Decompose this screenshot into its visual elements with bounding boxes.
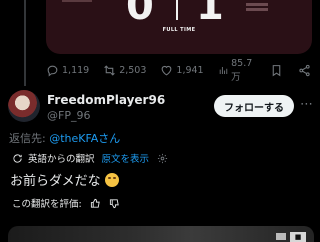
avatar[interactable]: [8, 90, 40, 122]
views-button[interactable]: 85.7万: [218, 58, 256, 83]
retweet-button[interactable]: 2,503: [103, 64, 146, 77]
tweet-metrics-bar: 1,119 2,503 1,941 85.7万: [46, 58, 314, 83]
views-count: 85.7万: [231, 57, 253, 83]
like-count: 1,941: [176, 64, 204, 76]
like-button[interactable]: 1,941: [160, 64, 204, 77]
score-separator: [176, 0, 178, 20]
heart-icon: [162, 65, 172, 75]
full-time-label: FULL TIME: [162, 27, 196, 33]
share-icon[interactable]: [298, 64, 311, 77]
tweet-media-preview[interactable]: ■: [8, 226, 314, 242]
reply-icon: [47, 65, 58, 76]
score-left: 0: [126, 0, 154, 29]
follow-button[interactable]: フォローする: [214, 95, 294, 117]
thumbs-up-icon[interactable]: [90, 198, 101, 209]
metrics-actions: [270, 64, 314, 77]
retweet-icon: [104, 64, 115, 76]
rate-translation: この翻訳を評価:: [12, 196, 120, 210]
media-decoration: [62, 0, 92, 2]
translated-from-label: 英語からの翻訳: [28, 154, 95, 165]
replying-to-line: 返信先: @theKFAさん: [9, 130, 120, 146]
media-decoration: [246, 8, 268, 11]
reply-count: 1,119: [62, 64, 90, 76]
show-original-link[interactable]: 原文を表示: [102, 151, 150, 165]
retweet-count: 2,503: [119, 64, 147, 76]
replying-to-prefix: 返信先:: [9, 132, 50, 145]
author-display-name[interactable]: FreedomPlayer96: [47, 93, 165, 107]
media-decoration: [246, 3, 268, 6]
gear-icon[interactable]: [157, 153, 168, 164]
rolling-laughing-emoji-icon: [104, 172, 119, 187]
translation-info: 英語からの翻訳 原文を表示: [12, 151, 168, 165]
media-badge-icon: ■: [290, 232, 306, 242]
tweet-body: お前らダメだな: [10, 174, 101, 189]
tweet-media-scoreboard[interactable]: 0 1 FULL TIME: [46, 0, 312, 54]
score-right: 1: [196, 0, 224, 29]
views-bar-chart-icon: [219, 66, 227, 74]
thread-connector: [24, 0, 26, 86]
more-options-icon[interactable]: ⋯: [300, 98, 313, 111]
rate-translation-label: この翻訳を評価:: [12, 199, 82, 210]
author-handle[interactable]: @FP_96: [47, 109, 90, 122]
bookmark-icon[interactable]: [270, 64, 283, 77]
media-badge-icon: [276, 233, 286, 240]
thumbs-down-icon[interactable]: [109, 198, 120, 209]
reply-button[interactable]: 1,119: [46, 64, 89, 77]
tweet-text: お前らダメだな: [10, 170, 119, 189]
replying-to-mention[interactable]: @theKFAさん: [49, 132, 120, 145]
translate-icon: [13, 153, 22, 163]
